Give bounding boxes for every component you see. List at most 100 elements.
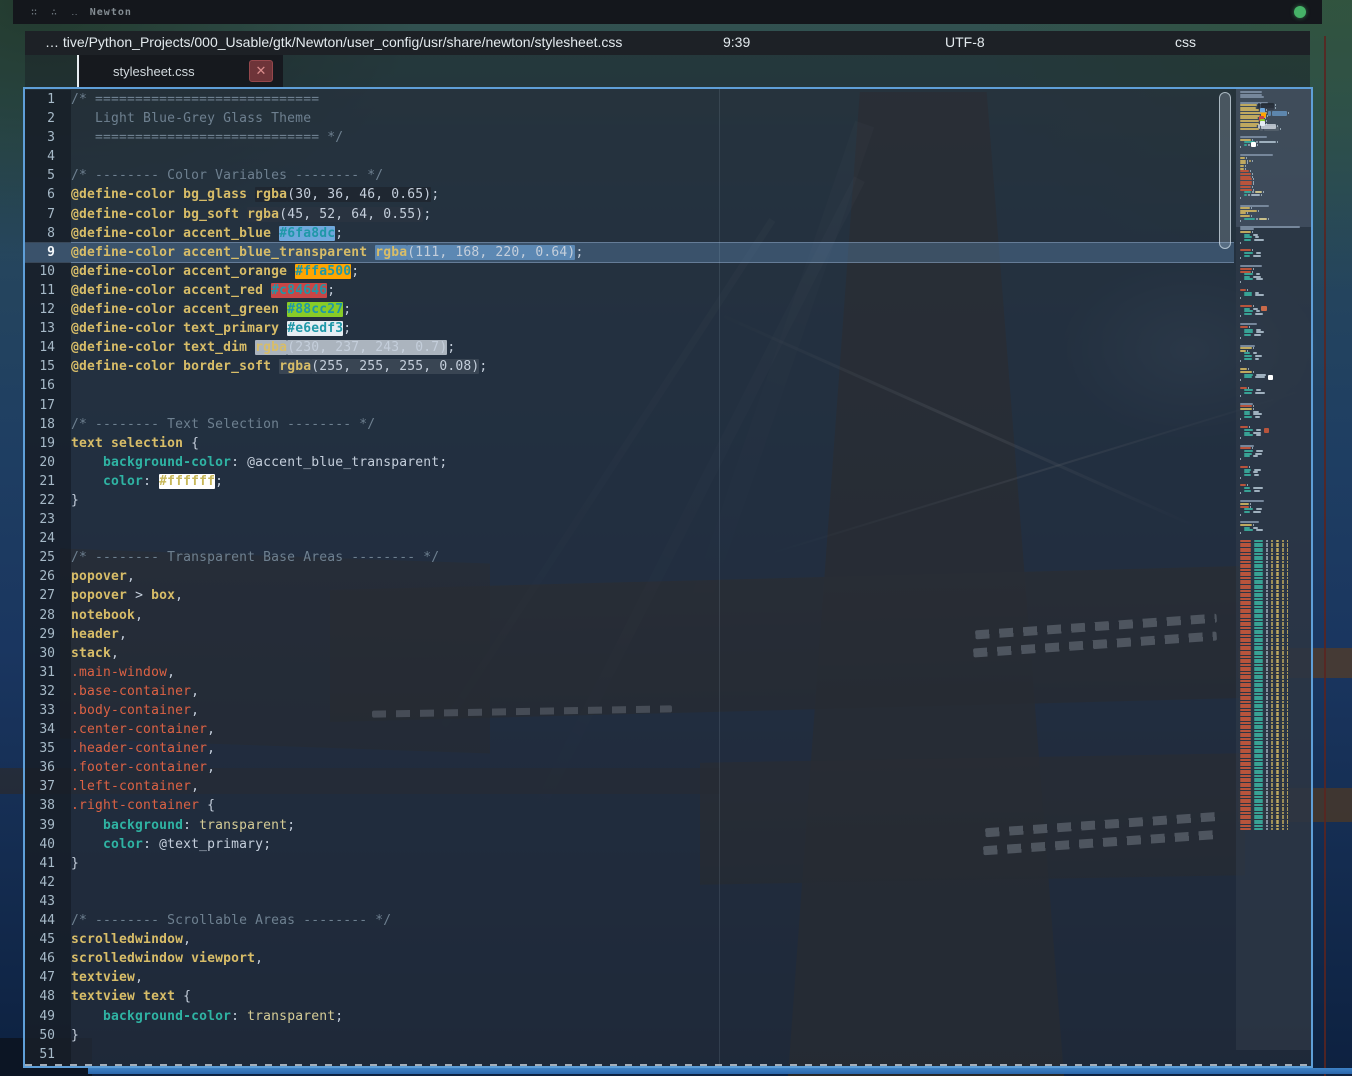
code-line[interactable]: 3 ============================ */ [25, 128, 1234, 147]
code-line[interactable]: 18/* -------- Text Selection -------- */ [25, 415, 1234, 434]
code-line[interactable]: 34.center-container, [25, 720, 1234, 739]
line-number: 37 [25, 777, 71, 796]
code-text: /* -------- Color Variables -------- */ [71, 166, 383, 185]
code-line[interactable]: 2 Light Blue-Grey Glass Theme [25, 109, 1234, 128]
code-line[interactable]: 19text selection { [25, 434, 1234, 453]
line-number: 16 [25, 376, 71, 395]
code-text: /* ============================ [71, 90, 319, 109]
code-text: .main-window, [71, 663, 175, 682]
code-text: textview, [71, 968, 143, 987]
code-line[interactable]: 46scrolledwindow viewport, [25, 949, 1234, 968]
status-bar: … tive/Python_Projects/000_Usable/gtk/Ne… [25, 31, 1310, 55]
code-line[interactable]: 27popover > box, [25, 586, 1234, 605]
code-text: .body-container, [71, 701, 199, 720]
line-number: 15 [25, 357, 71, 376]
code-line[interactable]: 49 background-color: transparent; [25, 1007, 1234, 1026]
code-line[interactable]: 23 [25, 510, 1234, 529]
line-number: 23 [25, 510, 71, 529]
minimap[interactable] [1236, 89, 1311, 1050]
file-path: … tive/Python_Projects/000_Usable/gtk/Ne… [45, 34, 622, 50]
code-line[interactable]: 15@define-color border_soft rgba(255, 25… [25, 357, 1234, 376]
code-line[interactable]: 1/* ============================ [25, 90, 1234, 109]
code-line[interactable]: 7@define-color bg_soft rgba(45, 52, 64, … [25, 205, 1234, 224]
code-line[interactable]: 44/* -------- Scrollable Areas -------- … [25, 911, 1234, 930]
code-line[interactable]: 12@define-color accent_green #88cc27; [25, 300, 1234, 319]
line-number: 33 [25, 701, 71, 720]
language-mode: css [1175, 34, 1196, 50]
code-line[interactable]: 33.body-container, [25, 701, 1234, 720]
line-number: 40 [25, 835, 71, 854]
code-line[interactable]: 22} [25, 491, 1234, 510]
code-line[interactable]: 16 [25, 376, 1234, 395]
code-line[interactable]: 8@define-color accent_blue #6fa8dc; [25, 224, 1234, 243]
code-text: .base-container, [71, 682, 199, 701]
line-number: 32 [25, 682, 71, 701]
code-line[interactable]: 30stack, [25, 644, 1234, 663]
code-line[interactable]: 37.left-container, [25, 777, 1234, 796]
code-line[interactable]: 24 [25, 529, 1234, 548]
code-line[interactable]: 21 color: #ffffff; [25, 472, 1234, 491]
code-text: .center-container, [71, 720, 215, 739]
code-editor[interactable]: 1/* ============================2 Light … [23, 87, 1313, 1068]
code-line[interactable]: 14@define-color text_dim rgba(230, 237, … [25, 338, 1234, 357]
code-text: @define-color bg_glass rgba(30, 36, 46, … [71, 185, 439, 204]
code-line[interactable]: 28notebook, [25, 606, 1234, 625]
line-number: 34 [25, 720, 71, 739]
code-line-current[interactable]: 9@define-color accent_blue_transparent r… [25, 243, 1234, 262]
code-line[interactable]: 4 [25, 147, 1234, 166]
code-line[interactable]: 50} [25, 1026, 1234, 1045]
code-line[interactable]: 36.footer-container, [25, 758, 1234, 777]
code-line[interactable]: 13@define-color text_primary #e6edf3; [25, 319, 1234, 338]
line-number: 51 [25, 1045, 71, 1064]
code-line[interactable]: 45scrolledwindow, [25, 930, 1234, 949]
line-number: 14 [25, 338, 71, 357]
code-line[interactable]: 40 color: @text_primary; [25, 835, 1234, 854]
code-line[interactable]: 48textview text { [25, 987, 1234, 1006]
code-line[interactable]: 47textview, [25, 968, 1234, 987]
code-text: } [71, 854, 79, 873]
line-number: 25 [25, 548, 71, 567]
code-line[interactable]: 42 [25, 873, 1234, 892]
code-line[interactable]: 10@define-color accent_orange #ffa500; [25, 262, 1234, 281]
line-number: 42 [25, 873, 71, 892]
code-text: color: @text_primary; [71, 835, 271, 854]
code-text: Light Blue-Grey Glass Theme [71, 109, 311, 128]
titlebar[interactable]: ∷ ∴ ‥ Newton [13, 0, 1322, 24]
code-area[interactable]: 1/* ============================2 Light … [25, 89, 1234, 1066]
line-number: 41 [25, 854, 71, 873]
code-line[interactable]: 5/* -------- Color Variables -------- */ [25, 166, 1234, 185]
desktop: ∷ ∴ ‥ Newton … tive/Python_Projects/000_… [0, 0, 1352, 1076]
vertical-scrollbar[interactable] [1219, 92, 1231, 249]
code-line[interactable]: 38.right-container { [25, 796, 1234, 815]
code-text: text selection { [71, 434, 199, 453]
code-text: /* -------- Text Selection -------- */ [71, 415, 375, 434]
code-text: @define-color accent_orange #ffa500; [71, 262, 359, 281]
code-line[interactable]: 43 [25, 892, 1234, 911]
line-number: 9 [25, 243, 71, 262]
line-number: 7 [25, 205, 71, 224]
code-text: @define-color accent_green #88cc27; [71, 300, 351, 319]
line-number: 31 [25, 663, 71, 682]
tab-stylesheet-css[interactable]: stylesheet.css ✕ [79, 55, 283, 87]
code-line[interactable]: 35.header-container, [25, 739, 1234, 758]
code-line[interactable]: 17 [25, 396, 1234, 415]
code-line[interactable]: 39 background: transparent; [25, 816, 1234, 835]
code-line[interactable]: 32.base-container, [25, 682, 1234, 701]
line-number: 11 [25, 281, 71, 300]
window-title: Newton [90, 7, 132, 18]
code-line[interactable]: 6@define-color bg_glass rgba(30, 36, 46,… [25, 185, 1234, 204]
code-line[interactable]: 29header, [25, 625, 1234, 644]
window-close-button[interactable] [1294, 6, 1306, 18]
line-number: 4 [25, 147, 71, 166]
code-line[interactable]: 41} [25, 854, 1234, 873]
code-line[interactable]: 31.main-window, [25, 663, 1234, 682]
code-line[interactable]: 26popover, [25, 567, 1234, 586]
code-text: /* -------- Transparent Base Areas -----… [71, 548, 439, 567]
code-line[interactable]: 11@define-color accent_red #c84646; [25, 281, 1234, 300]
line-number: 46 [25, 949, 71, 968]
line-number: 26 [25, 567, 71, 586]
code-line[interactable]: 51 [25, 1045, 1234, 1064]
code-line[interactable]: 25/* -------- Transparent Base Areas ---… [25, 548, 1234, 567]
tab-close-button[interactable]: ✕ [249, 60, 273, 82]
code-line[interactable]: 20 background-color: @accent_blue_transp… [25, 453, 1234, 472]
